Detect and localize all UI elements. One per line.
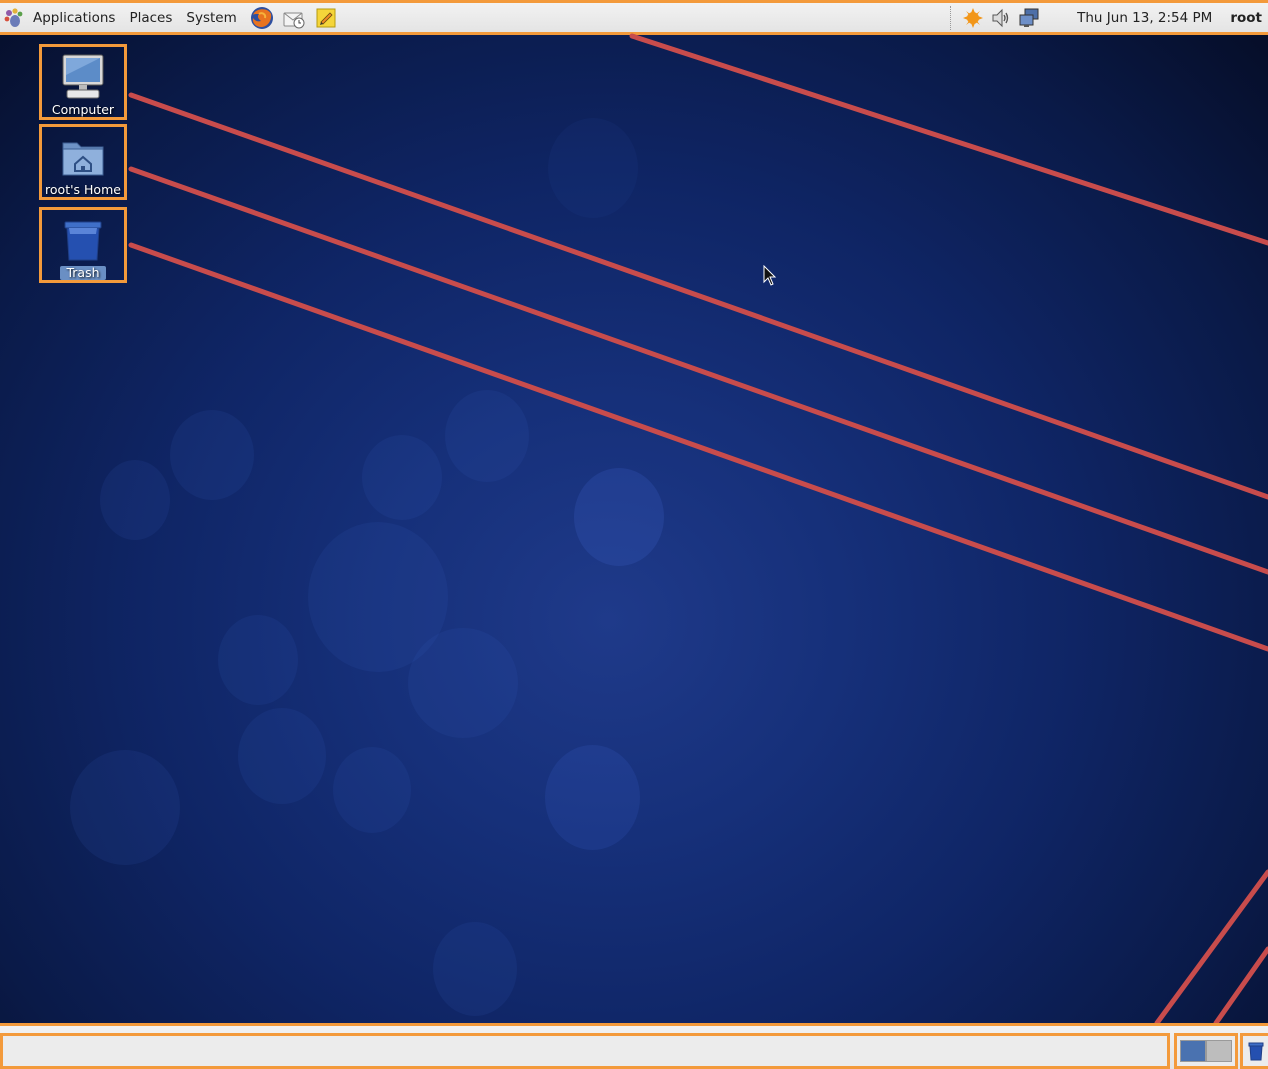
annotation-line [128, 92, 1268, 500]
annotation-line [128, 242, 1268, 652]
user-menu[interactable]: root [1230, 10, 1262, 26]
computer-label: Computer [51, 102, 115, 117]
bokeh-decoration [445, 390, 529, 482]
annotation-line [1154, 869, 1268, 1026]
mouse-cursor-icon [763, 264, 777, 291]
trash-applet[interactable] [1240, 1033, 1268, 1069]
bokeh-decoration [170, 410, 254, 500]
home-folder-icon [57, 131, 109, 183]
applications-menu[interactable]: Applications [26, 10, 122, 26]
gnome-foot-icon[interactable] [2, 6, 26, 30]
annotation-line [1213, 946, 1268, 1026]
workspace-switcher[interactable] [1174, 1033, 1238, 1069]
computer-desktop-icon[interactable]: Computer [39, 44, 127, 120]
network-icon[interactable] [1018, 7, 1040, 29]
top-panel: Applications Places System Thu Jun 13, 2… [0, 0, 1268, 35]
bokeh-decoration [70, 750, 180, 865]
bokeh-decoration [545, 745, 640, 850]
mail-icon[interactable] [282, 6, 306, 30]
panel-separator [950, 5, 953, 30]
firefox-icon[interactable] [250, 6, 274, 30]
computer-icon [57, 51, 109, 103]
workspace-1[interactable] [1180, 1040, 1206, 1062]
bokeh-decoration [100, 460, 170, 540]
bokeh-decoration [548, 118, 638, 218]
update-icon[interactable] [962, 7, 984, 29]
home-label: root's Home [45, 182, 121, 197]
bokeh-decoration [362, 435, 442, 520]
annotation-line [629, 33, 1268, 246]
clock[interactable]: Thu Jun 13, 2:54 PM [1077, 10, 1212, 26]
notes-icon[interactable] [314, 6, 338, 30]
desktop-screen: Applications Places System Thu Jun 13, 2… [0, 0, 1268, 1069]
workspace-2[interactable] [1206, 1040, 1232, 1062]
bokeh-decoration [333, 747, 411, 833]
annotation-line [128, 166, 1268, 575]
bottom-panel [0, 1023, 1268, 1069]
notification-area: Thu Jun 13, 2:54 PM root [950, 5, 1268, 30]
trash-icon [1248, 1042, 1263, 1061]
trash-icon [57, 214, 109, 266]
window-list[interactable] [0, 1033, 1170, 1069]
bokeh-decoration [574, 468, 664, 566]
places-menu[interactable]: Places [122, 10, 179, 26]
bokeh-decoration [218, 615, 298, 705]
trash-desktop-icon[interactable]: Trash [39, 207, 127, 283]
system-menu[interactable]: System [179, 10, 243, 26]
trash-label: Trash [60, 266, 106, 280]
bokeh-decoration [433, 922, 517, 1016]
bokeh-decoration [408, 628, 518, 738]
home-desktop-icon[interactable]: root's Home [39, 124, 127, 200]
volume-icon[interactable] [990, 7, 1012, 29]
bokeh-decoration [238, 708, 326, 804]
